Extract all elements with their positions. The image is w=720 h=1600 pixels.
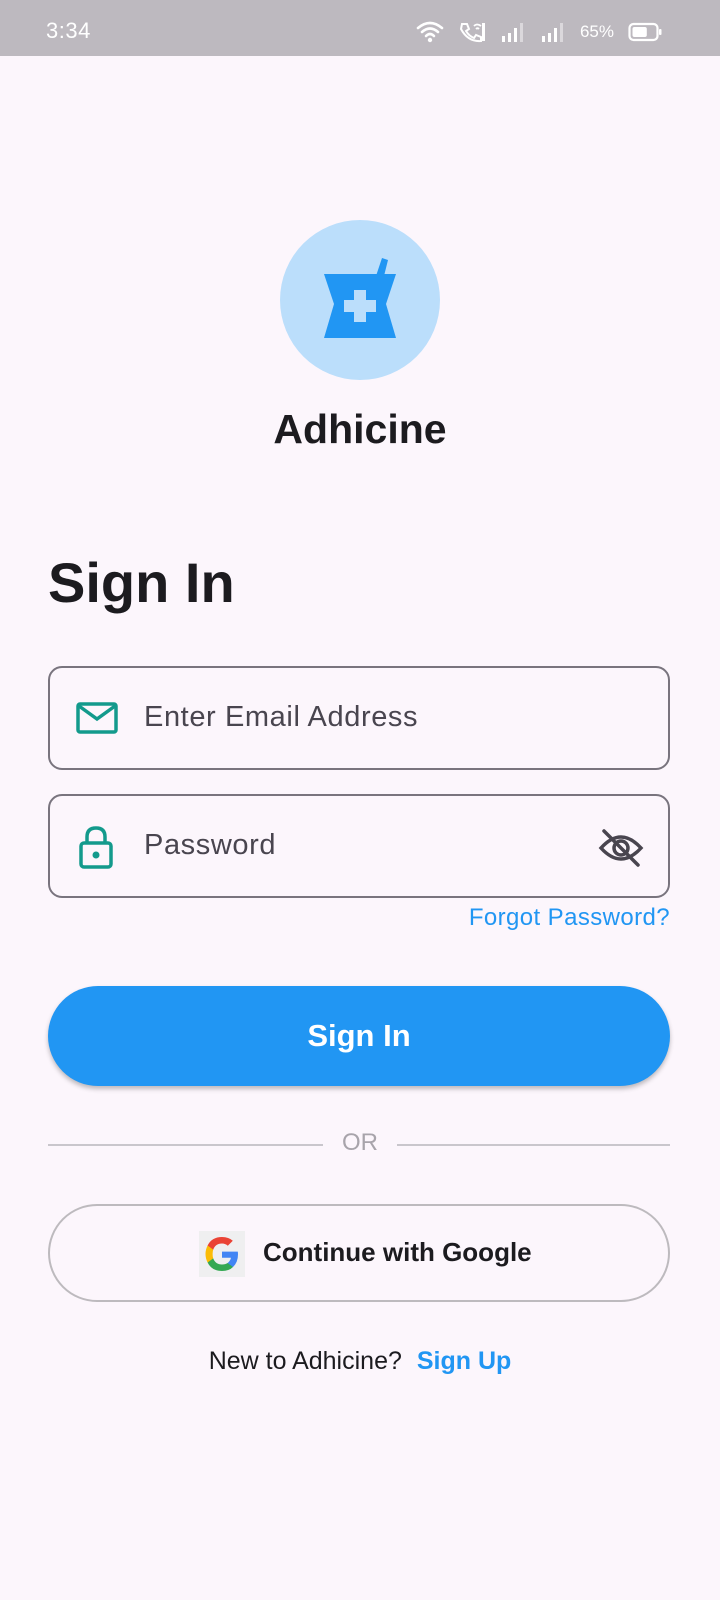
forgot-password-link[interactable]: Forgot Password?: [469, 904, 670, 932]
signal-icon: [540, 21, 566, 43]
sign-in-button[interactable]: Sign In: [48, 986, 670, 1086]
mortar-pestle-icon: [320, 256, 400, 345]
page-title: Sign In: [48, 551, 235, 614]
sign-in-button-label: Sign In: [307, 1018, 411, 1053]
wifi-calling-icon: [458, 21, 486, 43]
google-icon: [199, 1231, 245, 1277]
battery-icon: [628, 22, 662, 42]
status-icons: 65%: [416, 21, 662, 43]
email-field[interactable]: Enter Email Address: [48, 666, 670, 770]
wifi-icon: [416, 21, 444, 43]
eye-off-icon[interactable]: [598, 828, 644, 873]
app-logo: [280, 220, 440, 380]
google-sign-in-button[interactable]: Continue with Google: [48, 1204, 670, 1302]
mail-icon: [76, 701, 118, 740]
lock-icon: [76, 824, 116, 875]
status-bar: 3:34 65%: [0, 0, 720, 56]
battery-percent: 65%: [579, 22, 614, 41]
signup-prompt: New to Adhicine?: [208, 1347, 402, 1375]
sign-up-link[interactable]: Sign Up: [417, 1347, 511, 1375]
password-placeholder: Password: [144, 829, 277, 861]
google-button-label: Continue with Google: [263, 1237, 532, 1267]
status-time: 3:34: [46, 18, 91, 43]
signal-icon: [500, 21, 526, 43]
app-name: Adhicine: [273, 406, 447, 452]
signup-row: New to Adhicine? Sign Up: [0, 1347, 720, 1376]
password-field[interactable]: Password: [48, 794, 670, 898]
email-placeholder: Enter Email Address: [144, 701, 419, 733]
divider-label: OR: [342, 1129, 378, 1156]
